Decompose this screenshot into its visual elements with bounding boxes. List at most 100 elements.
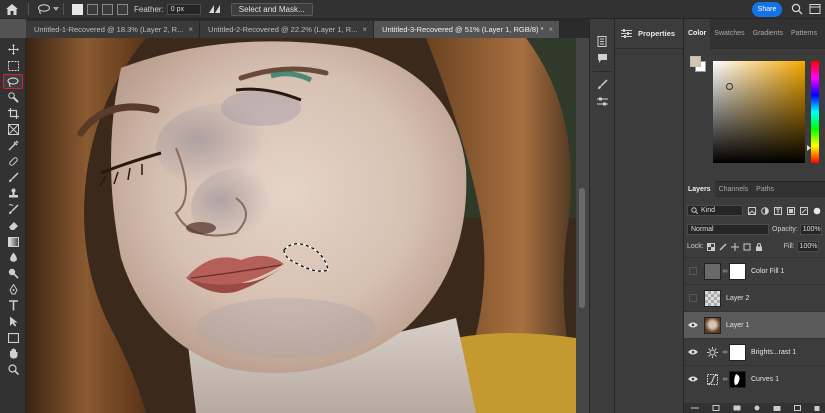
tab-channels[interactable]: Channels	[715, 181, 753, 197]
rectangle-tool-icon[interactable]	[3, 330, 23, 345]
select-and-mask-button[interactable]: Select and Mask...	[230, 2, 313, 16]
tab-swatches[interactable]: Swatches	[710, 19, 748, 49]
separator	[63, 3, 64, 15]
filter-toggle-icon[interactable]	[812, 206, 821, 215]
dodge-tool-icon[interactable]	[3, 266, 23, 281]
tool-preset-picker[interactable]	[37, 4, 59, 14]
portrait-photo	[26, 38, 576, 413]
link-layers-icon[interactable]	[690, 404, 699, 413]
document-tab-active[interactable]: Untitled-3-Recovered @ 51% (Layer 1, RGB…	[374, 21, 561, 38]
tab-patterns[interactable]: Patterns	[787, 19, 821, 49]
fx-icon[interactable]	[712, 404, 720, 413]
canvas-vertical-scrollbar[interactable]	[576, 38, 589, 413]
opacity-input[interactable]: 100%	[799, 224, 822, 235]
tab-gradients[interactable]: Gradients	[749, 19, 787, 49]
visibility-toggle[interactable]	[684, 285, 702, 312]
lasso-tool-icon[interactable]	[3, 74, 23, 89]
history-panel-icon[interactable]	[590, 33, 615, 50]
visibility-off-icon	[689, 267, 697, 275]
lock-artboard-icon[interactable]	[743, 242, 752, 251]
blur-tool-icon[interactable]	[3, 250, 23, 265]
delete-layer-icon[interactable]	[814, 404, 820, 413]
move-tool-icon[interactable]	[3, 42, 23, 57]
filter-kind-select[interactable]: Kind	[687, 205, 743, 216]
lock-all-icon[interactable]	[755, 242, 764, 251]
marquee-tool-icon[interactable]	[3, 58, 23, 73]
crop-tool-icon[interactable]	[3, 106, 23, 121]
add-to-selection-button[interactable]	[87, 3, 98, 15]
history-brush-tool-icon[interactable]	[3, 202, 23, 217]
filter-adjustment-icon[interactable]	[760, 206, 769, 215]
feather-input[interactable]: 0 px	[166, 3, 201, 15]
pen-tool-icon[interactable]	[3, 282, 23, 297]
tab-layers[interactable]: Layers	[684, 181, 715, 197]
new-adjustment-icon[interactable]	[754, 404, 760, 413]
close-icon[interactable]: ×	[188, 25, 193, 34]
scrollbar-thumb[interactable]	[579, 188, 585, 308]
type-tool-icon[interactable]	[3, 298, 23, 313]
layer-row[interactable]: ∞ Color Fill 1	[684, 257, 825, 284]
close-icon[interactable]: ×	[362, 25, 367, 34]
gradient-tool-icon[interactable]	[3, 234, 23, 249]
home-icon[interactable]	[0, 0, 24, 19]
close-icon[interactable]: ×	[549, 25, 554, 34]
comments-panel-icon[interactable]	[590, 50, 615, 67]
intersect-selection-button[interactable]	[117, 3, 128, 15]
lock-position-icon[interactable]	[731, 242, 740, 251]
frame-tool-icon[interactable]	[3, 122, 23, 137]
document-canvas[interactable]	[26, 38, 576, 413]
brush-tool-icon[interactable]	[3, 170, 23, 185]
layer-mask-thumbnail[interactable]	[729, 262, 746, 280]
filter-shape-icon[interactable]	[786, 206, 795, 215]
filter-type-icon[interactable]	[773, 206, 782, 215]
search-icon[interactable]	[791, 3, 803, 17]
visibility-toggle[interactable]	[684, 366, 702, 393]
saturation-value-field[interactable]	[713, 61, 805, 163]
visibility-toggle[interactable]	[684, 312, 702, 339]
lock-transparent-icon[interactable]	[707, 242, 716, 251]
add-mask-icon[interactable]	[733, 404, 741, 413]
hand-tool-icon[interactable]	[3, 346, 23, 361]
filter-smart-object-icon[interactable]	[799, 206, 808, 215]
search-icon	[691, 207, 698, 214]
hue-slider[interactable]	[811, 61, 819, 163]
eraser-tool-icon[interactable]	[3, 218, 23, 233]
clone-stamp-tool-icon[interactable]	[3, 186, 23, 201]
layer-row[interactable]: ∞ Brights...rast 1	[684, 338, 825, 365]
hue-slider-handle[interactable]	[807, 145, 811, 151]
brush-settings-icon[interactable]	[590, 76, 615, 93]
subtract-from-selection-button[interactable]	[102, 3, 113, 15]
visibility-toggle[interactable]	[684, 258, 702, 285]
adjustments-sliders-icon[interactable]	[590, 93, 615, 110]
zoom-tool-icon[interactable]	[3, 362, 23, 377]
tab-color[interactable]: Color	[684, 18, 711, 49]
document-tab[interactable]: Untitled-1-Recovered @ 18.3% (Layer 2, R…	[26, 21, 201, 38]
share-button[interactable]: Share	[752, 2, 782, 17]
fill-input[interactable]: 100%	[796, 241, 819, 252]
new-selection-button[interactable]	[72, 3, 83, 15]
document-tab[interactable]: Untitled-2-Recovered @ 22.2% (Layer 1, R…	[200, 21, 375, 38]
layer-mask-thumbnail[interactable]	[729, 370, 746, 388]
anti-alias-icon[interactable]	[208, 3, 221, 15]
workspace-icon[interactable]	[809, 3, 821, 17]
lock-pixels-icon[interactable]	[719, 242, 728, 251]
layer-row[interactable]: ∞ Curves 1	[684, 365, 825, 392]
properties-header[interactable]: Properties	[615, 19, 683, 49]
new-layer-icon[interactable]	[793, 404, 801, 413]
layer-row[interactable]: Layer 2	[684, 284, 825, 311]
quick-select-tool-icon[interactable]	[3, 90, 23, 105]
color-picker-cursor[interactable]	[726, 83, 733, 90]
path-select-tool-icon[interactable]	[3, 314, 23, 329]
new-group-icon[interactable]	[773, 404, 781, 413]
blend-mode-select[interactable]: Normal	[687, 224, 769, 235]
link-icon: ∞	[722, 348, 728, 356]
tab-paths[interactable]: Paths	[752, 181, 778, 197]
healing-brush-tool-icon[interactable]	[3, 154, 23, 169]
filter-kind-value: Kind	[701, 207, 716, 214]
layer-row-selected[interactable]: Layer 1	[684, 311, 825, 338]
filter-pixel-icon[interactable]	[747, 206, 756, 215]
eyedropper-tool-icon[interactable]	[3, 138, 23, 153]
layer-mask-thumbnail[interactable]	[729, 343, 746, 361]
visibility-toggle[interactable]	[684, 339, 702, 366]
foreground-color-swatch[interactable]	[690, 56, 701, 67]
